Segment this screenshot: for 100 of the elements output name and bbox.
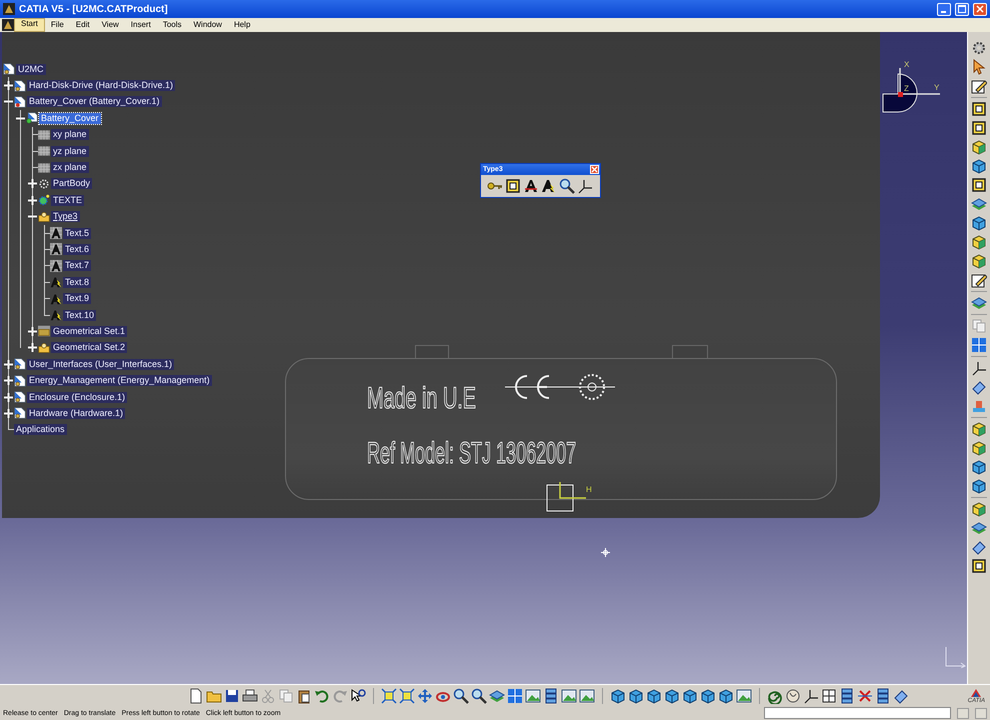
cube-icon[interactable] — [971, 421, 987, 437]
minimize-button[interactable] — [937, 2, 951, 16]
expand-toggle[interactable] — [27, 342, 38, 354]
expand-toggle[interactable] — [3, 408, 14, 419]
tree-item[interactable]: xy plane — [51, 129, 89, 140]
help-cursor-icon[interactable] — [350, 688, 366, 704]
tree-item[interactable]: User_Interfaces (User_Interfaces.1) — [27, 358, 174, 370]
cube-icon[interactable] — [718, 688, 734, 704]
stack-icon[interactable] — [543, 688, 559, 704]
expand-toggle[interactable] — [3, 392, 14, 402]
tree-item[interactable]: Hard-Disk-Drive (Hard-Disk-Drive.1) — [27, 80, 176, 92]
picture-icon[interactable] — [736, 688, 752, 704]
expand-toggle[interactable] — [27, 326, 38, 337]
pencil-icon[interactable] — [971, 272, 987, 288]
pencil-icon[interactable] — [971, 78, 987, 94]
clipboard-icon[interactable] — [296, 688, 312, 704]
zoom-in-icon[interactable] — [453, 688, 469, 704]
fit-all-icon[interactable] — [399, 688, 415, 704]
tree-item[interactable]: Geometrical Set.2 — [51, 342, 128, 354]
tree-item[interactable]: Hardware (Hardware.1) — [27, 408, 126, 419]
command-field[interactable] — [764, 707, 951, 719]
tiles-icon[interactable] — [507, 688, 523, 704]
tree-item[interactable]: Type3 — [51, 211, 80, 222]
tree-item[interactable]: Geometrical Set.1 — [51, 326, 128, 337]
tree-item[interactable]: Applications — [14, 424, 67, 436]
text-feature-icon[interactable] — [523, 178, 539, 194]
cube-icon[interactable] — [628, 688, 644, 704]
cube-icon[interactable] — [682, 688, 698, 704]
square-frame-icon[interactable] — [971, 177, 987, 193]
layers-icon[interactable] — [971, 520, 987, 536]
picture-icon[interactable] — [579, 688, 595, 704]
cube-icon[interactable] — [664, 688, 680, 704]
gear-icon[interactable] — [971, 40, 987, 56]
tree-item[interactable]: Text.9 — [63, 293, 92, 304]
cube-icon[interactable] — [971, 478, 987, 494]
cube-icon[interactable] — [971, 440, 987, 456]
tree-item[interactable]: Battery_Cover — [39, 112, 101, 124]
cube-icon[interactable] — [971, 501, 987, 517]
menu-item[interactable]: Edit — [70, 19, 96, 31]
axes-icon[interactable] — [803, 688, 819, 704]
grid-icon[interactable] — [821, 688, 837, 704]
3d-viewport[interactable] — [0, 32, 967, 684]
new-document-icon[interactable] — [188, 688, 204, 704]
menu-item[interactable]: View — [96, 19, 125, 31]
menu-item[interactable]: Tools — [156, 19, 188, 31]
expand-toggle[interactable] — [3, 80, 14, 92]
tree-item[interactable]: Battery_Cover (Battery_Cover.1) — [27, 96, 162, 108]
expand-toggle[interactable] — [27, 178, 38, 190]
menu-item[interactable]: Help — [228, 19, 256, 31]
save-icon[interactable] — [224, 688, 240, 704]
tree-item[interactable]: zx plane — [51, 162, 89, 174]
cube-icon[interactable] — [971, 253, 987, 269]
expand-toggle[interactable] — [3, 358, 14, 370]
tree-item[interactable]: Text.10 — [63, 310, 96, 321]
square-frame-icon[interactable] — [971, 558, 987, 574]
zoom-in-icon[interactable] — [559, 178, 575, 194]
maximize-button[interactable] — [955, 2, 969, 16]
tree-item[interactable]: U2MC — [16, 64, 46, 75]
cube-icon[interactable] — [610, 688, 626, 704]
menu-item[interactable]: File — [44, 19, 70, 31]
cross-icon[interactable] — [857, 688, 873, 704]
expand-toggle[interactable] — [3, 375, 14, 386]
close-button[interactable] — [590, 165, 599, 174]
printer-icon[interactable] — [242, 688, 258, 704]
tree-item[interactable]: PartBody — [51, 178, 92, 190]
sphere-icon[interactable] — [785, 688, 801, 704]
layers-icon[interactable] — [971, 295, 987, 311]
cube-icon[interactable] — [971, 234, 987, 250]
menu-item[interactable]: Start — [14, 18, 45, 32]
tiles-icon[interactable] — [971, 337, 987, 353]
close-button[interactable] — [973, 2, 987, 16]
tree-item[interactable]: yz plane — [51, 146, 89, 157]
zoom-in-icon[interactable] — [471, 688, 487, 704]
stack-icon[interactable] — [875, 688, 891, 704]
cube-icon[interactable] — [971, 459, 987, 475]
layers-icon[interactable] — [489, 688, 505, 704]
tree-item[interactable]: TEXTE — [51, 194, 84, 206]
tree-item[interactable]: Energy_Management (Energy_Management) — [27, 375, 212, 386]
picture-icon[interactable] — [561, 688, 577, 704]
pan-icon[interactable] — [417, 688, 433, 704]
cube-icon[interactable] — [646, 688, 662, 704]
cube-icon[interactable] — [700, 688, 716, 704]
layers-icon[interactable] — [971, 196, 987, 212]
square-frame-icon[interactable] — [971, 120, 987, 136]
menu-item[interactable]: Window — [188, 19, 228, 31]
axes-icon[interactable] — [577, 178, 593, 194]
fit-all-icon[interactable] — [381, 688, 397, 704]
stack-icon[interactable] — [839, 688, 855, 704]
square-frame-icon[interactable] — [505, 178, 521, 194]
expand-toggle[interactable] — [27, 194, 38, 206]
tree-item[interactable]: Text.5 — [63, 228, 92, 239]
picture-icon[interactable] — [525, 688, 541, 704]
text-feature-icon[interactable] — [541, 178, 557, 194]
tree-item[interactable]: Text.6 — [63, 244, 92, 255]
tree-item[interactable]: Text.7 — [63, 260, 92, 272]
cursor-icon[interactable] — [971, 59, 987, 75]
undo-icon[interactable] — [314, 688, 330, 704]
cube-icon[interactable] — [971, 215, 987, 231]
tree-item[interactable]: Text.8 — [63, 276, 92, 288]
menu-item[interactable]: Insert — [124, 19, 157, 31]
